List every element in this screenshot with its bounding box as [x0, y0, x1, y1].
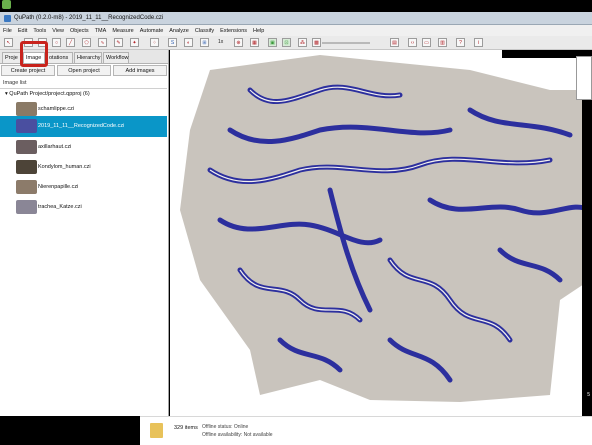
menu-classify[interactable]: Classify: [195, 28, 214, 34]
s-label: S: [170, 39, 175, 46]
tab-annotations[interactable]: otations: [46, 52, 73, 63]
folder-icon: [150, 423, 163, 438]
window-title: QuPath (0.2.0-m8) - 2019_11_11__Recogniz…: [14, 15, 164, 21]
menu-objects[interactable]: Objects: [70, 28, 89, 34]
measurement-table-icon[interactable]: ▤: [390, 38, 399, 47]
zoom-fit-icon[interactable]: ⊕: [234, 38, 243, 47]
menu-measure[interactable]: Measure: [112, 28, 133, 34]
polyline-tool-icon[interactable]: ∿: [98, 38, 107, 47]
info-icon[interactable]: i: [474, 38, 483, 47]
image-thumbnail: [16, 200, 37, 214]
list-item-selected[interactable]: 2019_11_11__RecognizedCode.czi: [0, 116, 167, 137]
image-name: trachea_Katze.czi: [38, 204, 82, 210]
explorer-status-bar: 329 items Offline status: Online Offline…: [140, 416, 592, 445]
image-thumbnail: [16, 140, 37, 154]
image-thumbnail: [16, 102, 37, 116]
offline-availability-label: Offline availability:: [202, 432, 243, 438]
fill-detections-icon[interactable]: ▩: [312, 38, 321, 47]
app-icon: [4, 14, 11, 22]
zoom-level: 1x: [218, 39, 224, 45]
image-name: schamlippe.czi: [38, 106, 75, 112]
menu-tma[interactable]: TMA: [95, 28, 107, 34]
offline-status-label: Offline status:: [202, 424, 233, 430]
toolbar: ↖ ▭ □ ○ ╱ ⬠ ∿ ✎ ✦ ⁘ S ◐ ⊞ 1x ⊕ ▦ ▣ ⊡ ⁂ ▩…: [0, 36, 592, 50]
tab-project[interactable]: Proje: [2, 52, 22, 63]
add-images-button[interactable]: Add images: [113, 65, 167, 76]
image-name: Nierenpapille.czi: [38, 184, 79, 190]
log-icon[interactable]: ▭: [422, 38, 431, 47]
taskbar-left: [0, 416, 140, 444]
menu-edit[interactable]: Edit: [18, 28, 27, 34]
image-name: axillarhaut.czi: [38, 144, 72, 150]
script-editor-icon[interactable]: ‹›: [408, 38, 417, 47]
list-item[interactable]: Kondylom_human.czi: [0, 157, 167, 178]
menu-tools[interactable]: Tools: [33, 28, 46, 34]
polygon-tool-icon[interactable]: ⬠: [82, 38, 91, 47]
brush-tool-icon[interactable]: ✎: [114, 38, 123, 47]
tab-workflow[interactable]: Workflow: [103, 52, 129, 63]
scale-bar-label: 5: [587, 392, 590, 398]
project-root[interactable]: ▾ QuPath Project/project.qpproj (6): [5, 91, 90, 97]
offline-status: Offline status: Online Offline availabil…: [202, 423, 273, 439]
opacity-slider[interactable]: [322, 42, 370, 44]
brightness-contrast-icon[interactable]: ◐: [184, 38, 193, 47]
points-tool-icon[interactable]: ⁘: [150, 38, 159, 47]
menu-extensions[interactable]: Extensions: [220, 28, 247, 34]
image-thumbnail: [16, 160, 37, 174]
help-icon[interactable]: ?: [456, 38, 465, 47]
show-annotations-icon[interactable]: ▣: [268, 38, 277, 47]
overview-thumbnail[interactable]: [576, 56, 592, 100]
qupath-logo-icon: [2, 0, 11, 9]
offline-status-value: Online: [233, 424, 249, 430]
image-thumbnail: [16, 119, 37, 133]
ellipse-tool-icon[interactable]: ○: [52, 38, 61, 47]
overlay-icon[interactable]: ▦: [250, 38, 259, 47]
menu-help[interactable]: Help: [253, 28, 264, 34]
menu-file[interactable]: File: [3, 28, 12, 34]
image-name: Kondylom_human.czi: [38, 164, 91, 170]
list-item[interactable]: Nierenpapille.czi: [0, 177, 167, 198]
list-item[interactable]: axillarhaut.czi: [0, 137, 167, 158]
menu-view[interactable]: View: [52, 28, 64, 34]
list-item[interactable]: trachea_Katze.czi: [0, 197, 167, 218]
line-tool-icon[interactable]: ╱: [66, 38, 75, 47]
top-black-strip: [0, 0, 592, 12]
image-viewer[interactable]: 5: [170, 50, 592, 416]
left-panel: Proje Image otations Hierarchy Workflow …: [0, 50, 169, 416]
menu-automate[interactable]: Automate: [140, 28, 164, 34]
wand-tool-icon[interactable]: ✦: [130, 38, 139, 47]
image-list-label: Image list: [3, 80, 27, 86]
show-detections-icon[interactable]: ⁂: [298, 38, 307, 47]
grid-tool-icon[interactable]: ⊞: [200, 38, 209, 47]
open-project-button[interactable]: Open project: [57, 65, 111, 76]
title-bar: QuPath (0.2.0-m8) - 2019_11_11__Recogniz…: [0, 12, 592, 25]
item-count: 329 items: [174, 425, 198, 431]
offline-availability-value: Not available: [243, 432, 273, 438]
menu-analyze[interactable]: Analyze: [169, 28, 189, 34]
show-tma-icon[interactable]: ⊡: [282, 38, 291, 47]
selection-mode-icon[interactable]: S: [168, 38, 177, 47]
tab-hierarchy[interactable]: Hierarchy: [74, 52, 102, 63]
tissue-image: [170, 50, 592, 416]
viewer-right-edge: [582, 50, 592, 416]
image-tab-highlight: [20, 41, 48, 67]
image-thumbnail: [16, 180, 37, 194]
image-list: ▾ QuPath Project/project.qpproj (6) scha…: [0, 88, 167, 417]
command-list-icon[interactable]: ▥: [438, 38, 447, 47]
image-name: 2019_11_11__RecognizedCode.czi: [38, 123, 125, 129]
move-tool-icon[interactable]: ↖: [4, 38, 13, 47]
